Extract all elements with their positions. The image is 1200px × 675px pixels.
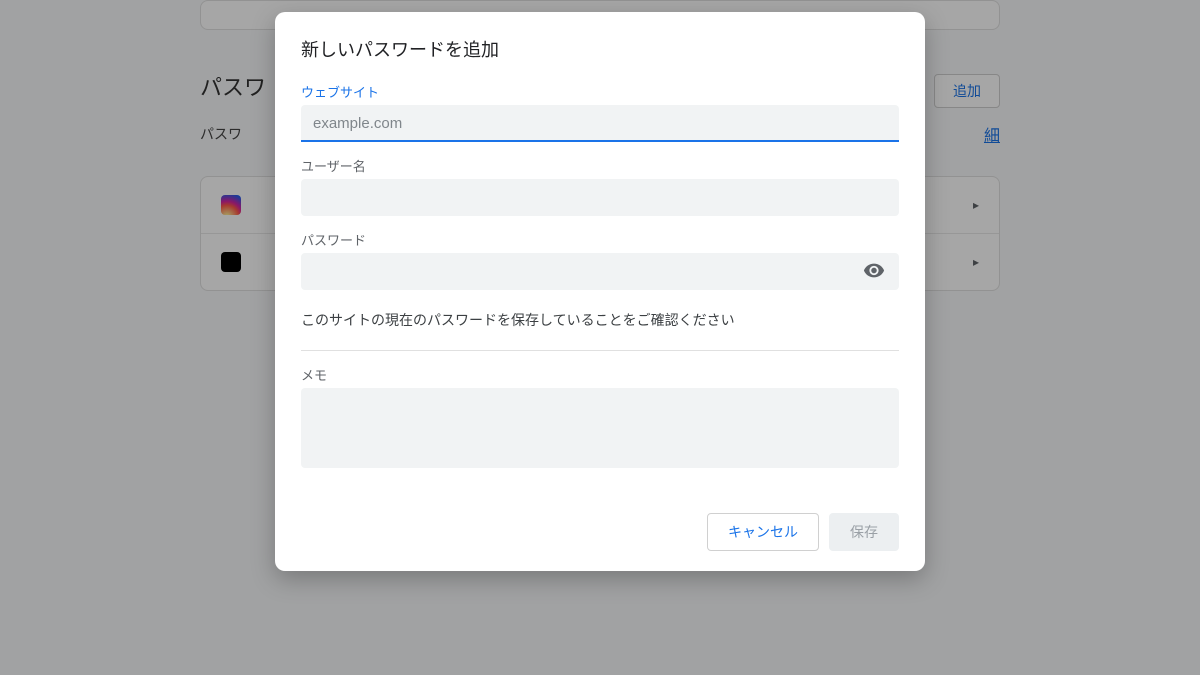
website-input[interactable]: [301, 105, 899, 142]
eye-icon: [863, 259, 885, 281]
website-label: ウェブサイト: [301, 82, 899, 101]
password-input[interactable]: [301, 253, 899, 290]
show-password-button[interactable]: [859, 255, 889, 288]
password-label: パスワード: [301, 230, 899, 249]
cancel-button[interactable]: キャンセル: [707, 513, 819, 551]
dialog-title: 新しいパスワードを追加: [301, 36, 899, 62]
helper-text: このサイトの現在のパスワードを保存していることをご確認ください: [301, 310, 899, 351]
username-label: ユーザー名: [301, 156, 899, 175]
memo-input[interactable]: [301, 388, 899, 468]
add-password-dialog: 新しいパスワードを追加 ウェブサイト ユーザー名 パスワード このサイトの現在の…: [275, 12, 925, 571]
save-button[interactable]: 保存: [829, 513, 899, 551]
username-input[interactable]: [301, 179, 899, 216]
dialog-footer: キャンセル 保存: [301, 513, 899, 551]
memo-label: メモ: [301, 365, 899, 384]
